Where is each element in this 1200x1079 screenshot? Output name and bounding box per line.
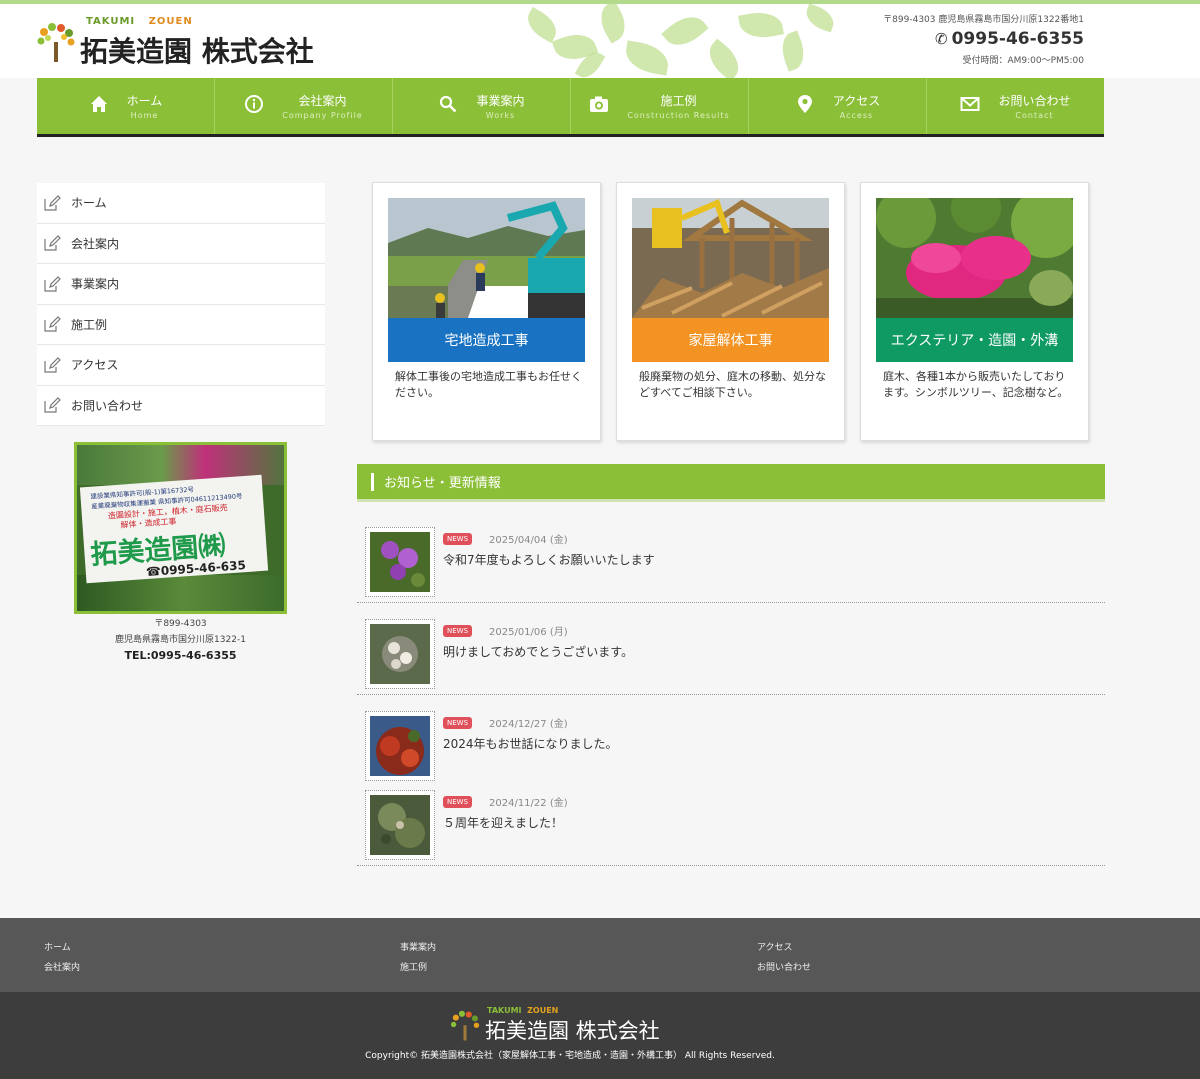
news-date: 2025/01/06 (月) bbox=[489, 627, 568, 638]
edit-icon bbox=[44, 316, 61, 332]
mail-icon bbox=[960, 96, 980, 117]
map-pin-icon bbox=[795, 94, 815, 119]
footer-link-results[interactable]: 施工例 bbox=[400, 960, 427, 973]
footer-bottom: TAKUMI ZOUEN 拓美造園 株式会社 Copyright© 拓美造園株式… bbox=[0, 992, 1200, 1079]
divider bbox=[357, 602, 1105, 603]
news-thumbnail[interactable] bbox=[365, 790, 435, 860]
heading-bar bbox=[371, 472, 374, 491]
company-sign-photo: 建設業県知事許可(般-1)第16732号 産業廃棄物収集運搬業 県知事許可046… bbox=[74, 442, 287, 614]
nav-company[interactable]: 会社案内 Company Profile bbox=[215, 78, 393, 134]
header-contact: 〒899-4303 鹿児島県霧島市国分川原1322番地1 ✆ 0995-46-63… bbox=[883, 12, 1084, 66]
footer-link-access[interactable]: アクセス bbox=[757, 940, 793, 953]
divider bbox=[357, 694, 1105, 695]
news-badge: NEWS bbox=[443, 717, 473, 729]
header-address: 〒899-4303 鹿児島県霧島市国分川原1322番地1 bbox=[883, 15, 1084, 25]
news-title[interactable]: 明けましておめでとうございます。 bbox=[443, 643, 633, 660]
global-nav: ホーム Home 会社案内 Company Profile 事業案内 Works 施工… bbox=[37, 78, 1104, 137]
info-icon bbox=[244, 94, 264, 118]
edit-icon bbox=[44, 397, 61, 413]
card-title-site-prep: 宅地造成工事 bbox=[388, 318, 585, 362]
home-icon bbox=[89, 95, 109, 118]
nav-works[interactable]: 事業案内 Works bbox=[393, 78, 571, 134]
footer-logo[interactable]: TAKUMI ZOUEN 拓美造園 株式会社 bbox=[449, 1006, 709, 1046]
sidebar-item-results[interactable]: 施工例 bbox=[37, 305, 325, 345]
footer-nav: ホーム 会社案内 事業案内 施工例 アクセス お問い合わせ bbox=[0, 918, 1200, 992]
card-text-exterior: 庭木、各種1本から販売いたしております。シンボルツリー、記念樹など。 bbox=[883, 370, 1069, 399]
site-logo[interactable]: TAKUMI ZOUEN 拓美造園 株式会社 bbox=[36, 16, 376, 76]
news-title[interactable]: 2024年もお世話になりました。 bbox=[443, 735, 618, 752]
site-header: TAKUMI ZOUEN 拓美造園 株式会社 〒899-4303 鹿児島県霧島市… bbox=[0, 4, 1200, 82]
tree-logo-icon bbox=[37, 23, 75, 62]
company-sign: 建設業県知事許可(般-1)第16732号 産業廃棄物収集運搬業 県知事許可046… bbox=[79, 474, 269, 584]
phone-icon: ✆ bbox=[935, 30, 948, 48]
card-text-site-prep: 解体工事後の宅地造成工事もお任せください。 bbox=[395, 370, 582, 399]
header-tel[interactable]: ✆ 0995-46-6355 bbox=[883, 29, 1084, 49]
news-badge: NEWS bbox=[443, 796, 473, 808]
sidebar-item-home[interactable]: ホーム bbox=[37, 183, 325, 224]
news-date: 2024/11/22 (金) bbox=[489, 798, 568, 809]
news-thumbnail[interactable] bbox=[365, 619, 435, 689]
footer-link-works[interactable]: 事業案内 bbox=[400, 940, 436, 953]
edit-icon bbox=[44, 275, 61, 292]
news-badge: NEWS bbox=[443, 533, 473, 545]
sidebar-menu: ホーム 会社案内 事業案内 施工例 アクセス お問い合わせ bbox=[37, 183, 325, 426]
sidebar-address-block: 〒899-4303 鹿児島県霧島市国分川原1322-1 TEL:0995-46-… bbox=[74, 616, 287, 664]
card-title-exterior: エクステリア・造園・外溝 bbox=[876, 318, 1073, 362]
news-heading: お知らせ・更新情報 bbox=[357, 464, 1105, 502]
sidebar-item-contact[interactable]: お問い合わせ bbox=[37, 386, 325, 426]
footer-link-home[interactable]: ホーム bbox=[44, 940, 71, 953]
sidebar-tel[interactable]: TEL:0995-46-6355 bbox=[74, 648, 287, 664]
card-photo-excavator bbox=[388, 198, 585, 318]
header-hours: 受付時間：AM9:00〜PM5:00 bbox=[962, 56, 1084, 66]
footer-link-contact[interactable]: お問い合わせ bbox=[757, 960, 811, 973]
service-card-demolition[interactable]: 家屋解体工事 般廃棄物の処分、庭木の移動、処分などすべてご相談下さい。 bbox=[616, 182, 845, 441]
sidebar-postal: 〒899-4303 bbox=[154, 619, 207, 629]
footer-logo-japanese: 拓美造園 株式会社 bbox=[485, 1019, 660, 1043]
sidebar-item-access[interactable]: アクセス bbox=[37, 345, 325, 386]
sidebar-item-company[interactable]: 会社案内 bbox=[37, 224, 325, 264]
news-thumbnail[interactable] bbox=[365, 527, 435, 597]
nav-results[interactable]: 施工例 Construction Results bbox=[571, 78, 749, 134]
card-text-demolition: 般廃棄物の処分、庭木の移動、処分などすべてご相談下さい。 bbox=[639, 370, 826, 399]
logo-japanese: 拓美造園 株式会社 bbox=[80, 35, 314, 68]
news-title[interactable]: 令和7年度もよろしくお願いいたします bbox=[443, 551, 655, 568]
sidebar-address: 鹿児島県霧島市国分川原1322-1 bbox=[115, 635, 246, 645]
card-photo-azalea bbox=[876, 198, 1073, 318]
card-photo-demolition bbox=[632, 198, 829, 318]
nav-contact[interactable]: お問い合わせ Contact bbox=[927, 78, 1104, 134]
divider bbox=[357, 865, 1105, 866]
search-icon bbox=[438, 95, 458, 118]
tree-logo-icon bbox=[450, 1010, 480, 1041]
nav-access[interactable]: アクセス Access bbox=[749, 78, 927, 134]
copyright: Copyright© 拓美造園株式会社（家屋解体工事・宅地造成・造園・外構工事）… bbox=[365, 1051, 775, 1061]
service-card-site-prep[interactable]: 宅地造成工事 解体工事後の宅地造成工事もお任せください。 bbox=[372, 182, 601, 441]
edit-icon bbox=[44, 235, 61, 251]
logo-english: TAKUMI ZOUEN bbox=[86, 16, 193, 27]
news-title[interactable]: ５周年を迎えました！ bbox=[443, 814, 563, 831]
leaf-decoration bbox=[515, 4, 855, 82]
news-badge: NEWS bbox=[443, 625, 473, 637]
footer-link-company[interactable]: 会社案内 bbox=[44, 960, 80, 973]
nav-home[interactable]: ホーム Home bbox=[37, 78, 215, 134]
camera-icon bbox=[589, 95, 609, 118]
edit-icon bbox=[44, 194, 61, 211]
card-title-demolition: 家屋解体工事 bbox=[632, 318, 829, 362]
service-card-exterior[interactable]: エクステリア・造園・外溝 庭木、各種1本から販売いたしております。シンボルツリー… bbox=[860, 182, 1089, 441]
news-date: 2025/04/04 (金) bbox=[489, 535, 568, 546]
news-thumbnail[interactable] bbox=[365, 711, 435, 781]
sidebar-item-works[interactable]: 事業案内 bbox=[37, 264, 325, 305]
edit-icon bbox=[44, 356, 61, 373]
news-date: 2024/12/27 (金) bbox=[489, 719, 568, 730]
footer-logo-english: TAKUMI ZOUEN bbox=[487, 1006, 559, 1015]
